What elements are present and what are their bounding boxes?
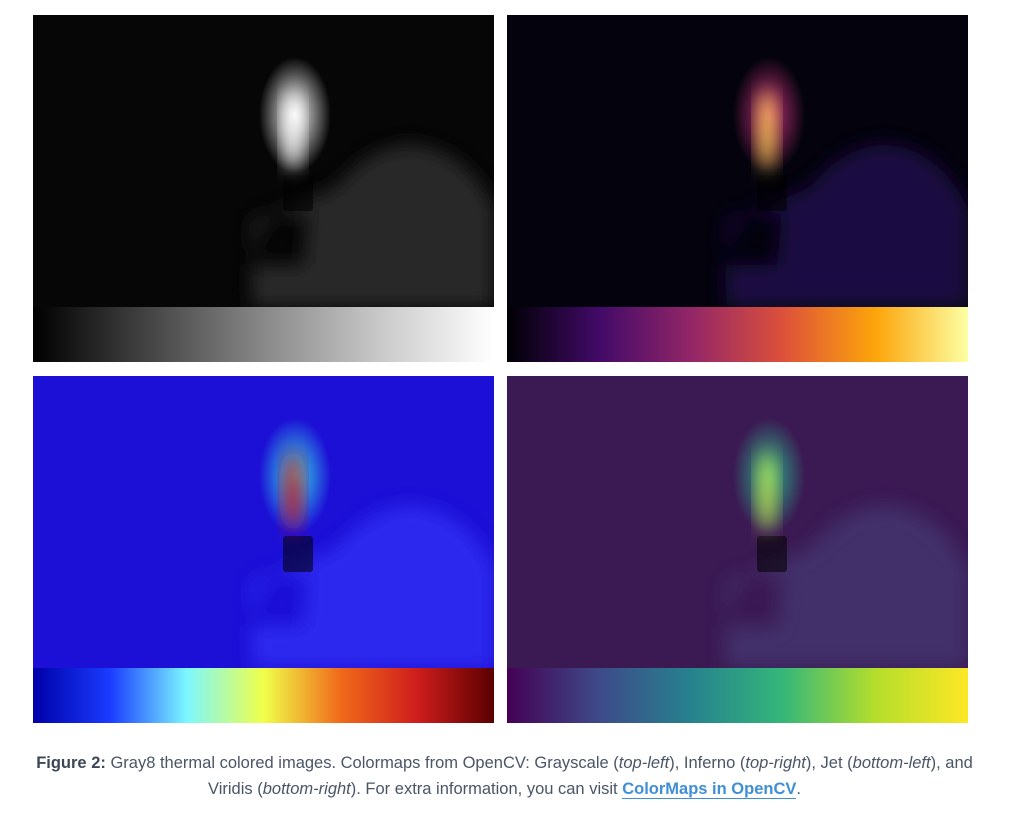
colormap-bar — [507, 307, 968, 362]
caption-text: ). For extra information, you can visit — [350, 780, 623, 798]
lighter-body — [757, 175, 787, 211]
lighter-body — [757, 536, 787, 572]
thermal-image-jet — [33, 376, 494, 723]
caption-position: top-right — [745, 754, 806, 772]
flame-core — [759, 90, 775, 170]
caption-text: ), Jet ( — [805, 754, 853, 772]
thermal-svg — [33, 15, 494, 362]
thermal-svg — [507, 376, 968, 723]
caption-text: ), Inferno ( — [669, 754, 746, 772]
flame-core — [759, 451, 775, 531]
caption-text: Gray8 thermal colored images. Colormaps … — [105, 754, 619, 772]
thermal-image-inferno — [507, 15, 968, 362]
colormap-bar — [33, 307, 494, 362]
caption-position: top-left — [618, 754, 670, 772]
colormap-bar — [507, 668, 968, 723]
thermal-svg — [33, 376, 494, 723]
thermal-svg — [507, 15, 968, 362]
colormap-bar — [33, 668, 494, 723]
figure-label: Figure 2: — [36, 754, 106, 772]
lighter-body — [283, 536, 313, 572]
caption-position: bottom-right — [262, 780, 351, 798]
figure-caption: Figure 2: Gray8 thermal colored images. … — [20, 750, 989, 802]
flame-core — [285, 451, 301, 531]
thermal-image-grayscale — [33, 15, 494, 362]
caption-position: bottom-left — [852, 754, 931, 772]
caption-text: . — [796, 780, 801, 798]
thermal-image-viridis — [507, 376, 968, 723]
colormaps-opencv-link[interactable]: ColorMaps in OpenCV — [622, 780, 797, 799]
flame-core — [285, 90, 301, 170]
lighter-body — [283, 175, 313, 211]
